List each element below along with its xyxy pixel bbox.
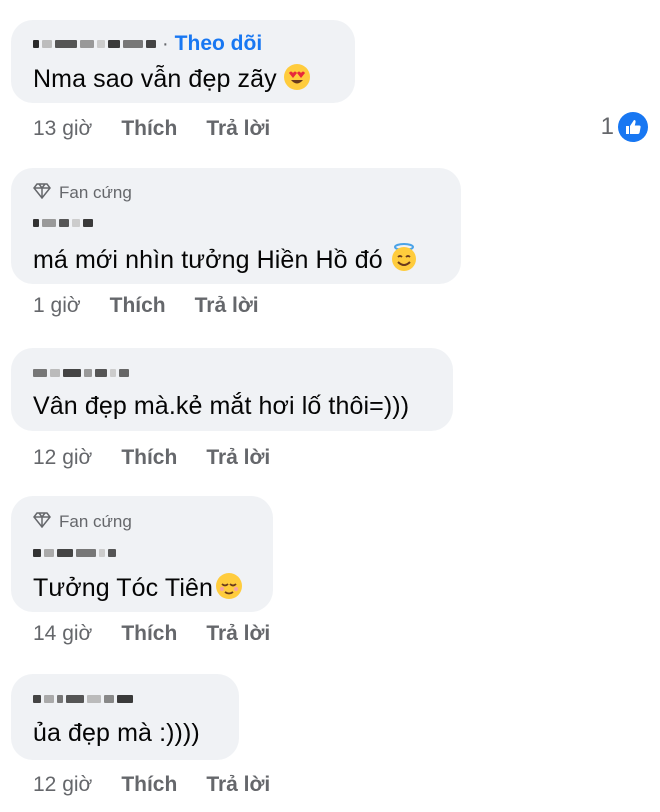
reply-button[interactable]: Trả lời	[206, 446, 270, 470]
comment-time: 12 giờ	[33, 446, 93, 469]
redacted-author-name[interactable]	[33, 34, 156, 54]
reply-button[interactable]: Trả lời	[206, 622, 270, 646]
reply-button[interactable]: Trả lời	[206, 117, 270, 141]
like-button[interactable]: Thích	[121, 622, 177, 646]
reaction-summary[interactable]: 1	[601, 112, 648, 142]
comment-bubble: Fan cứng Tưởng Tóc Tiên	[11, 496, 273, 612]
separator-dot: ·	[162, 32, 169, 55]
redacted-author-name[interactable]	[33, 213, 93, 233]
comment-text: Vân đẹp mà.kẻ mắt hơi lố thôi=)))	[33, 392, 410, 420]
comment-text-body: Nma sao vẫn đẹp zãy	[33, 65, 277, 93]
halo-smile-emoji-icon	[389, 242, 419, 279]
fan-badge: Fan cứng	[33, 181, 132, 205]
comment-text: Nma sao vẫn đẹp zãy	[33, 63, 311, 98]
comment-item: · Theo dõi Nma sao vẫn đẹp zãy 13 giờ Th…	[0, 0, 660, 150]
redacted-author-name[interactable]	[33, 543, 116, 563]
comment-item: ủa đẹp mà :)))) 12 giờ Thích Trả lời	[0, 670, 660, 812]
comment-bubble: · Theo dõi Nma sao vẫn đẹp zãy	[11, 20, 355, 103]
comment-time: 12 giờ	[33, 773, 93, 796]
diamond-icon	[33, 511, 51, 533]
comment-bubble: Fan cứng má mới nhìn tưởng Hiền Hồ đó	[11, 168, 461, 284]
comment-item: Vân đẹp mà.kẻ mắt hơi lố thôi=))) 12 giờ…	[0, 340, 660, 490]
reaction-count: 1	[600, 113, 614, 140]
comment-text-body: Tưởng Tóc Tiên	[33, 574, 213, 602]
comment-time: 1 giờ	[33, 294, 81, 317]
like-button[interactable]: Thích	[110, 294, 166, 318]
like-button[interactable]: Thích	[121, 117, 177, 141]
diamond-icon	[33, 182, 51, 204]
comment-text: Tưởng Tóc Tiên	[33, 572, 243, 607]
comment-item: Fan cứng Tưởng Tóc Tiên 14 giờ Thích Trả…	[0, 490, 660, 670]
comment-text-body: má mới nhìn tưởng Hiền Hồ đó	[33, 246, 383, 274]
like-reaction-icon	[618, 112, 648, 142]
badge-label: Fan cứng	[59, 512, 132, 531]
comment-bubble: Vân đẹp mà.kẻ mắt hơi lố thôi=)))	[11, 348, 453, 431]
reply-button[interactable]: Trả lời	[206, 773, 270, 797]
like-button[interactable]: Thích	[121, 446, 177, 470]
redacted-author-name[interactable]	[33, 689, 133, 709]
comment-bubble: ủa đẹp mà :))))	[11, 674, 239, 760]
like-button[interactable]: Thích	[121, 773, 177, 797]
heart-eyes-emoji-icon	[283, 63, 311, 98]
fan-badge: Fan cứng	[33, 510, 132, 534]
comment-time: 13 giờ	[33, 117, 93, 140]
comment-item: Fan cứng má mới nhìn tưởng Hiền Hồ đó 1 …	[0, 150, 660, 340]
comment-text: má mới nhìn tưởng Hiền Hồ đó	[33, 242, 419, 279]
comment-text: ủa đẹp mà :))))	[33, 719, 200, 747]
badge-label: Fan cứng	[59, 183, 132, 202]
comment-time: 14 giờ	[33, 622, 93, 645]
follow-link[interactable]: Theo dõi	[175, 32, 263, 56]
redacted-author-name[interactable]	[33, 363, 129, 383]
relieved-face-emoji-icon	[215, 572, 243, 607]
reply-button[interactable]: Trả lời	[195, 294, 259, 318]
